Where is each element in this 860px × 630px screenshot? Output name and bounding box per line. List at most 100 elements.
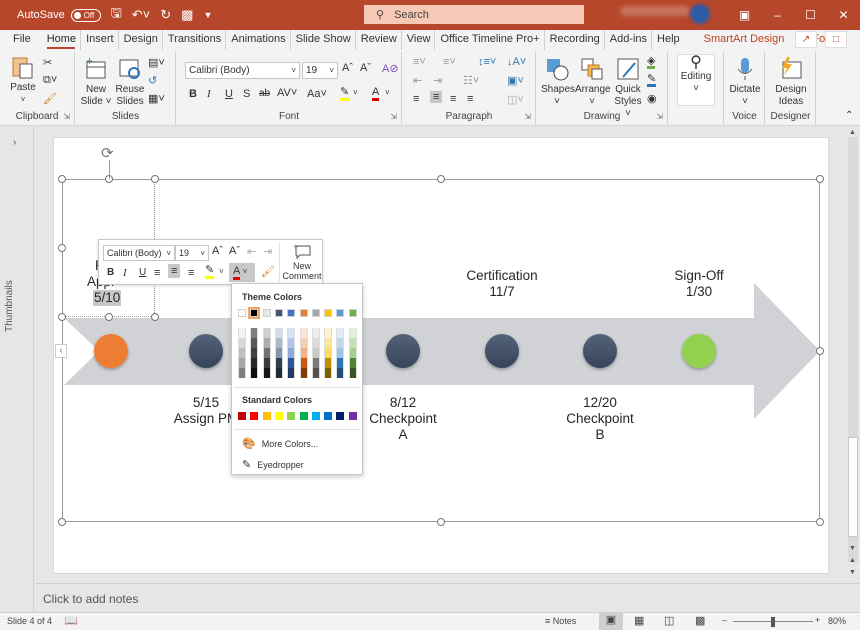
theme-shade-swatch[interactable] — [299, 348, 308, 358]
slide-sorter-button[interactable]: ▦ — [634, 614, 644, 627]
mini-highlight-dropdown[interactable]: ˅ — [219, 267, 224, 276]
standard-color-swatch[interactable] — [348, 412, 357, 420]
tab-home[interactable]: Home — [42, 30, 82, 50]
editing-button[interactable]: ⚲ Editing ˅ — [677, 54, 715, 106]
resize-handle[interactable] — [437, 175, 445, 183]
theme-shade-swatch[interactable] — [299, 338, 308, 348]
resize-handle[interactable] — [816, 175, 824, 183]
theme-shade-swatch[interactable] — [348, 368, 357, 378]
theme-color-swatch[interactable] — [311, 309, 320, 317]
mini-font-color-button[interactable]: A ˅ — [229, 263, 255, 282]
theme-shade-swatch[interactable] — [287, 328, 296, 338]
new-comment-button[interactable]: + New Comment — [281, 242, 323, 281]
tab-view[interactable]: View — [402, 30, 436, 50]
mini-font-name-select[interactable]: Calibri (Body) ˅ — [103, 245, 175, 261]
align-center-icon[interactable]: ≡ — [430, 91, 443, 103]
shrink-font-icon[interactable]: Aˇ — [360, 62, 371, 74]
mini-underline-icon[interactable]: U — [139, 267, 146, 278]
notes-pane[interactable]: Click to add notes — [35, 583, 860, 611]
theme-color-swatch[interactable] — [238, 309, 246, 317]
theme-shade-swatch[interactable] — [311, 338, 320, 348]
theme-shade-swatch[interactable] — [348, 358, 357, 368]
section-icon[interactable]: ▦˅ — [148, 92, 165, 105]
notes-toggle[interactable]: ≡ Notes — [545, 616, 576, 626]
standard-color-swatch[interactable] — [311, 412, 320, 420]
font-color-dropdown[interactable]: ˅ — [385, 88, 390, 97]
character-spacing-icon[interactable]: AV˅ — [277, 87, 297, 99]
paragraph-launcher[interactable]: ⇲ — [524, 112, 531, 121]
theme-shade-swatch[interactable] — [274, 348, 283, 358]
theme-shade-swatch[interactable] — [324, 328, 333, 338]
highlight-icon[interactable]: ✎ — [340, 86, 350, 101]
font-name-select[interactable]: Calibri (Body) ˅ — [185, 62, 300, 79]
zoom-level[interactable]: 80% — [828, 616, 846, 626]
tab-slide-show[interactable]: Slide Show — [291, 30, 356, 50]
timeline-smartart[interactable] — [54, 138, 830, 575]
standard-color-swatch[interactable] — [299, 412, 308, 420]
tab-recording[interactable]: Recording — [545, 30, 605, 50]
theme-shade-swatch[interactable] — [250, 368, 259, 378]
present-icon[interactable]: ▩ — [181, 7, 193, 23]
zoom-out-button[interactable]: – — [722, 615, 727, 625]
theme-color-swatch[interactable] — [262, 309, 271, 317]
search-box[interactable]: ⚲ Search — [364, 5, 584, 24]
theme-shade-swatch[interactable] — [238, 338, 246, 348]
theme-shade-swatch[interactable] — [336, 358, 345, 368]
standard-color-swatch[interactable] — [238, 412, 246, 420]
standard-color-swatch[interactable] — [336, 412, 345, 420]
font-size-select[interactable]: 19 ˅ — [302, 62, 338, 79]
mini-increase-indent-icon[interactable]: ⇥ — [263, 245, 272, 258]
bold-icon[interactable]: B — [189, 88, 197, 100]
standard-color-swatch[interactable] — [262, 412, 271, 420]
theme-shade-swatch[interactable] — [274, 338, 283, 348]
theme-color-swatch[interactable] — [248, 307, 261, 319]
theme-shade-swatch[interactable] — [238, 368, 246, 378]
clipboard-launcher[interactable]: ⇲ — [63, 112, 70, 121]
arrange-button[interactable]: Arrange ˅ — [575, 56, 611, 108]
collapse-ribbon-icon[interactable]: ⌃ — [845, 110, 853, 121]
milestone-label-below[interactable]: 12/20 Checkpoint B — [545, 395, 655, 443]
mini-align-left-icon[interactable]: ≡ — [154, 267, 160, 279]
avatar[interactable] — [690, 4, 710, 24]
theme-shade-swatch[interactable] — [262, 348, 271, 358]
mini-shrink-font-icon[interactable]: Aˇ — [229, 245, 240, 257]
line-spacing-icon[interactable]: ↕≡˅ — [478, 56, 496, 68]
smartart-convert-icon[interactable]: ◫˅ — [507, 93, 524, 106]
dictate-button[interactable]: Dictate ˅ — [727, 56, 763, 108]
reading-view-button[interactable]: ◫ — [664, 614, 674, 627]
underline-icon[interactable]: U — [225, 88, 233, 100]
maximize-button[interactable]: ☐ — [794, 8, 827, 22]
align-text-icon[interactable]: ▣˅ — [507, 74, 524, 87]
standard-color-swatch[interactable] — [274, 412, 283, 420]
theme-shade-swatch[interactable] — [324, 368, 333, 378]
milestone-marker[interactable] — [682, 334, 716, 368]
tab-transitions[interactable]: Transitions — [163, 30, 227, 50]
bullets-icon[interactable]: ≡˅ — [413, 56, 426, 68]
zoom-slider-thumb[interactable] — [771, 617, 775, 627]
standard-color-swatch[interactable] — [250, 412, 259, 420]
new-slide-button[interactable]: + New Slide ˅ — [80, 56, 112, 108]
standard-color-swatch[interactable] — [324, 412, 333, 420]
copy-icon[interactable]: ⧉˅ — [43, 74, 57, 87]
theme-shade-swatch[interactable] — [324, 358, 333, 368]
paste-button[interactable]: Paste ˅ — [8, 54, 38, 106]
customize-qat-icon[interactable]: ▼ — [203, 10, 212, 20]
justify-icon[interactable]: ≡ — [467, 93, 473, 105]
cut-icon[interactable]: ✂ — [43, 56, 52, 69]
vertical-scrollbar[interactable]: ▲ ▼ ▲ ▼ — [847, 127, 860, 582]
milestone-label-below[interactable]: 8/12 Checkpoint A — [348, 395, 458, 443]
theme-shade-swatch[interactable] — [311, 348, 320, 358]
theme-shade-swatch[interactable] — [299, 328, 308, 338]
mini-format-painter-icon[interactable]: 🖌 — [261, 265, 275, 278]
theme-shade-swatch[interactable] — [250, 338, 259, 348]
theme-shade-swatch[interactable] — [262, 328, 271, 338]
theme-shade-swatch[interactable] — [348, 348, 357, 358]
theme-shade-swatch[interactable] — [262, 368, 271, 378]
theme-shade-swatch[interactable] — [311, 358, 320, 368]
tab-design[interactable]: Design — [119, 30, 163, 50]
theme-shade-swatch[interactable] — [287, 368, 296, 378]
theme-shade-swatch[interactable] — [299, 358, 308, 368]
mini-grow-font-icon[interactable]: Aˆ — [212, 245, 223, 257]
theme-shade-swatch[interactable] — [287, 348, 296, 358]
mini-highlight-icon[interactable]: ✎ — [205, 265, 215, 279]
